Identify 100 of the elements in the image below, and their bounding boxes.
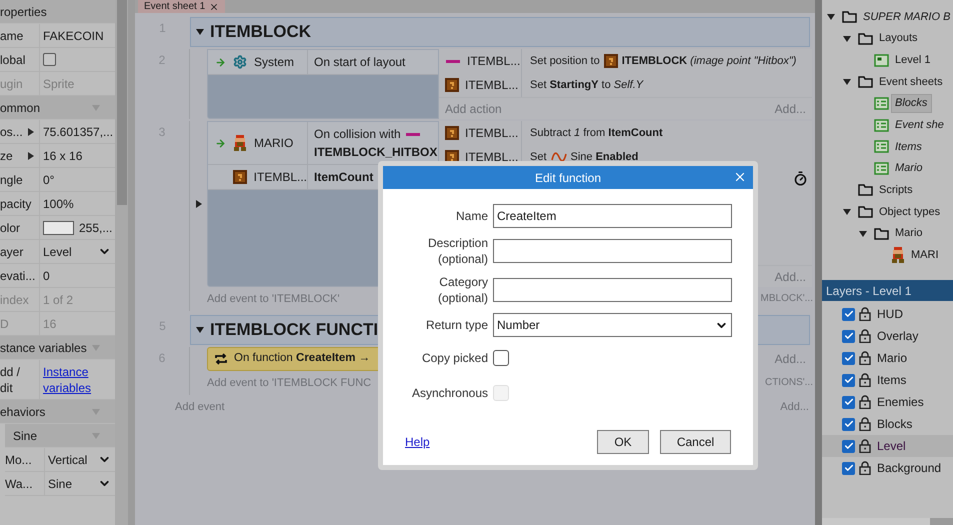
checkbox[interactable] xyxy=(43,53,56,66)
checkbox[interactable] xyxy=(842,440,855,452)
block-icon xyxy=(604,54,618,68)
link[interactable]: Instance variables xyxy=(43,364,113,396)
folder-icon xyxy=(858,76,873,88)
action-text: Sine Enabled xyxy=(570,150,638,165)
tree-item[interactable]: SUPER MARIO B xyxy=(859,8,953,26)
condition-block[interactable]: System On start of layout xyxy=(207,49,439,119)
checkbox[interactable] xyxy=(842,462,855,474)
lock-icon[interactable] xyxy=(859,395,871,409)
dropdown[interactable]: Vertical xyxy=(48,450,115,468)
layer-row[interactable]: Level xyxy=(822,435,953,457)
tree-item[interactable]: MARI xyxy=(907,246,944,265)
select-field[interactable]: Number xyxy=(493,313,732,337)
folder-icon xyxy=(874,228,889,240)
caret-icon[interactable] xyxy=(826,12,836,22)
lock-icon[interactable] xyxy=(859,461,871,475)
sine-wave-icon xyxy=(550,151,567,163)
lock-icon[interactable] xyxy=(859,307,871,321)
layer-row[interactable]: Enemies xyxy=(822,391,953,413)
close-icon[interactable] xyxy=(733,170,747,184)
block-icon xyxy=(445,78,459,92)
scrollbar[interactable] xyxy=(115,0,128,525)
caret-icon[interactable] xyxy=(842,76,852,87)
block-icon xyxy=(445,126,459,140)
tree-item[interactable]: Mario xyxy=(891,159,928,178)
layer-row[interactable]: Mario xyxy=(822,347,953,369)
expand-icon[interactable] xyxy=(26,126,36,136)
checkbox[interactable] xyxy=(842,352,855,364)
close-icon[interactable] xyxy=(209,2,220,12)
property-label: ayer xyxy=(0,244,24,260)
property-label: dd / dit xyxy=(0,364,22,396)
list-sheet-icon xyxy=(874,97,889,110)
dialog-button[interactable]: Cancel xyxy=(660,430,731,454)
object-name: System xyxy=(254,54,294,71)
color-swatch[interactable] xyxy=(43,220,74,234)
scrollbar-thumb[interactable] xyxy=(116,0,126,205)
tree-item[interactable]: Blocks xyxy=(891,94,932,113)
tree-item[interactable]: Mario xyxy=(891,224,928,243)
layer-row[interactable]: Background xyxy=(822,457,953,479)
checkbox[interactable] xyxy=(842,308,855,320)
property-label: D xyxy=(0,316,9,332)
group-header[interactable]: ITEMBLOCK xyxy=(190,17,810,47)
layer-row[interactable]: Items xyxy=(822,369,953,391)
input-field[interactable]: CreateItem xyxy=(493,204,732,228)
tree-item[interactable]: Event sheets xyxy=(875,72,948,92)
sheet-tab[interactable]: Event sheet 1 xyxy=(138,0,226,13)
caret-icon[interactable] xyxy=(842,34,852,44)
layer-name: Background xyxy=(876,460,942,477)
tree-item[interactable]: Items xyxy=(891,138,927,156)
action-text: Set position to xyxy=(530,54,600,69)
section-title: stance variables xyxy=(0,340,87,356)
tree-item[interactable]: Layouts xyxy=(875,29,923,48)
checkbox[interactable] xyxy=(842,396,855,408)
tree-item[interactable]: Event she xyxy=(891,116,949,135)
lock-icon[interactable] xyxy=(859,439,871,453)
arrow-icon xyxy=(215,138,226,148)
section-header[interactable]: roperties xyxy=(0,0,115,24)
checkbox[interactable] xyxy=(842,418,855,430)
checkbox[interactable] xyxy=(842,374,855,386)
input-field[interactable] xyxy=(493,239,732,263)
caret-icon[interactable] xyxy=(195,325,205,335)
lock-icon[interactable] xyxy=(859,351,871,365)
input-field[interactable] xyxy=(493,278,732,302)
property-value[interactable]: 100% xyxy=(43,194,74,212)
property-value[interactable]: 0° xyxy=(43,170,54,188)
lock-icon[interactable] xyxy=(859,373,871,387)
dialog-button[interactable]: OK xyxy=(597,430,649,454)
caret-icon[interactable] xyxy=(195,27,205,37)
property-value[interactable]: 0 xyxy=(43,266,50,284)
caret-icon[interactable] xyxy=(842,207,852,218)
layer-row[interactable]: HUD xyxy=(822,303,953,325)
lock-icon[interactable] xyxy=(859,417,871,431)
field-label: Category (optional) xyxy=(436,274,488,306)
dropdown[interactable]: Level xyxy=(43,242,115,260)
field-label: Return type xyxy=(424,317,488,333)
checkbox[interactable] xyxy=(493,350,509,366)
expand-icon[interactable] xyxy=(194,199,204,209)
tree-item[interactable]: Scripts xyxy=(875,181,918,200)
section-header[interactable]: stance variables xyxy=(0,336,115,360)
object-name: MARIO xyxy=(254,135,294,152)
list-sheet-icon xyxy=(874,162,889,176)
layer-row[interactable]: Overlay xyxy=(822,325,953,347)
layer-row[interactable]: Blocks xyxy=(822,413,953,435)
section-header[interactable]: ommon xyxy=(0,96,115,120)
section-header[interactable]: ehaviors xyxy=(0,400,115,424)
timer-icon xyxy=(793,171,808,186)
caret-icon[interactable] xyxy=(858,228,868,239)
lock-icon[interactable] xyxy=(859,329,871,343)
checkbox[interactable] xyxy=(842,330,855,342)
property-label: pacity xyxy=(0,196,32,212)
tree-item[interactable]: Object types xyxy=(875,202,946,222)
expand-icon[interactable] xyxy=(26,150,36,160)
field-label: Name xyxy=(454,208,488,224)
property-value[interactable]: FAKECOIN xyxy=(43,26,104,44)
dropdown[interactable]: Sine xyxy=(48,474,115,492)
help-link[interactable]: Help xyxy=(405,433,430,451)
tree-item[interactable]: Level 1 xyxy=(891,50,936,70)
section-header[interactable]: Sine xyxy=(5,424,115,448)
action-text: Set StartingY to Self.Y xyxy=(530,78,644,93)
